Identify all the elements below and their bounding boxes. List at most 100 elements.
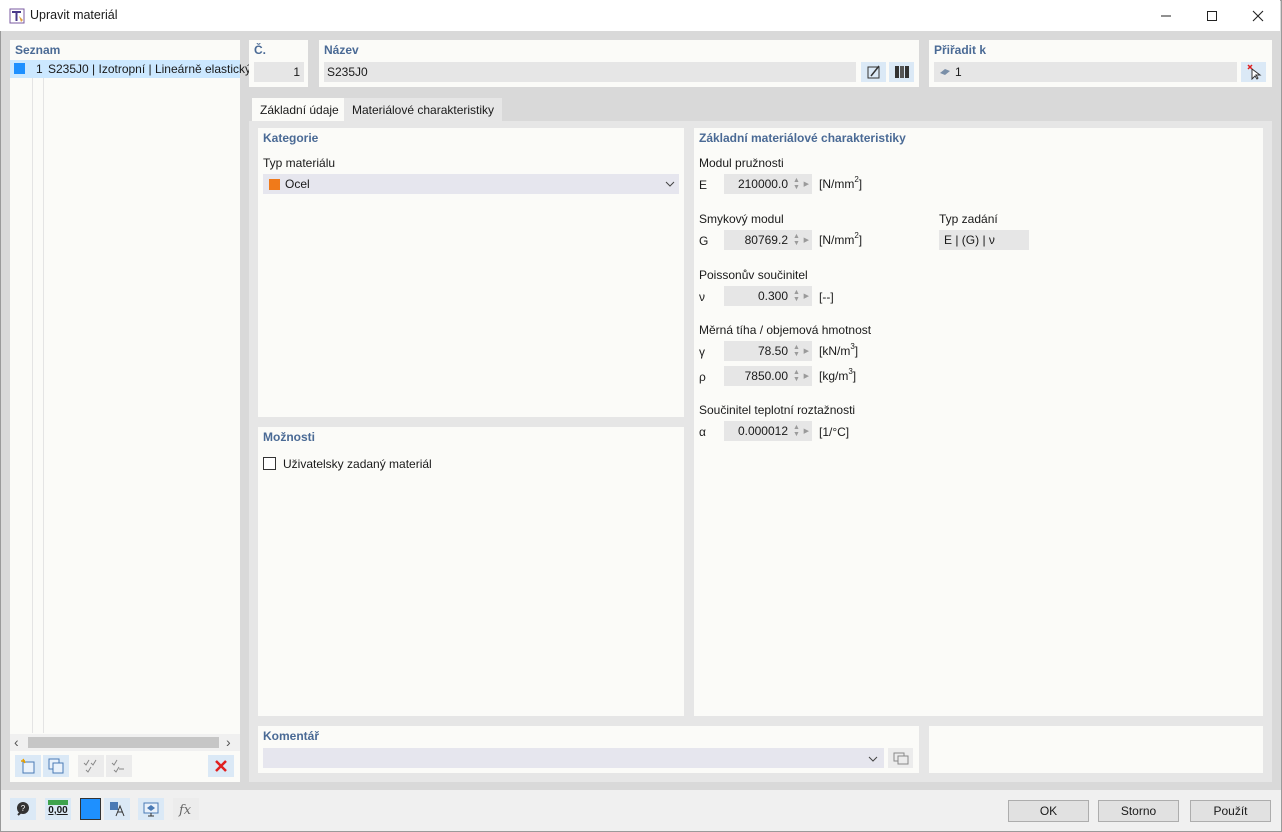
- new-material-icon[interactable]: [15, 755, 41, 777]
- rho-symbol: ρ: [699, 370, 706, 384]
- material-library-icon[interactable]: [889, 62, 914, 82]
- category-panel: Kategorie Typ materiálu Ocel: [258, 128, 684, 417]
- rho-unit: [kg/m3]: [819, 367, 857, 383]
- delete-icon[interactable]: [208, 755, 234, 777]
- material-type-label: Typ materiálu: [263, 156, 336, 170]
- edit-name-icon[interactable]: [861, 62, 886, 82]
- maximize-icon[interactable]: [1189, 0, 1235, 31]
- ok-button[interactable]: OK: [1008, 800, 1089, 822]
- poisson-group-label: Poissonův součinitel: [699, 268, 808, 282]
- material-type-value: Ocel: [285, 177, 310, 191]
- modulus-input[interactable]: 210000.0: [724, 174, 792, 194]
- color-icon[interactable]: [80, 798, 101, 820]
- display-settings-icon[interactable]: [104, 798, 130, 820]
- modulus-group-label: Modul pružnosti: [699, 156, 784, 170]
- category-title: Kategorie: [263, 131, 319, 145]
- steel-color-swatch: [269, 178, 280, 190]
- assign-field[interactable]: 1: [934, 62, 1237, 82]
- modulus-spinner[interactable]: ▲ ▼ ▶: [790, 174, 812, 194]
- member-icon: [940, 69, 950, 75]
- thermal-group-label: Součinitel teplotní roztažnosti: [699, 403, 856, 417]
- assign-panel: Přiřadit k 1: [929, 40, 1272, 87]
- alpha-unit: [1/°C]: [819, 425, 850, 439]
- alpha-symbol: α: [699, 425, 706, 439]
- name-label: Název: [324, 43, 359, 57]
- list-item[interactable]: 1 S235J0 | Izotropní | Lineárně elastick…: [10, 60, 251, 78]
- units-text: 0,00: [48, 805, 68, 816]
- shear-unit: [N/mm2]: [819, 231, 863, 247]
- gamma-symbol: γ: [699, 345, 705, 359]
- properties-panel: Základní materiálové charakteristiky Mod…: [694, 128, 1263, 716]
- uncheck-all-icon[interactable]: [106, 755, 132, 777]
- input-type-select[interactable]: E | (G) | ν: [939, 230, 1029, 250]
- shear-input[interactable]: 80769.2: [724, 230, 792, 250]
- scroll-thumb[interactable]: [28, 737, 219, 748]
- tab-basic-data[interactable]: Základní údaje: [252, 98, 347, 121]
- shear-group-label: Smykový modul: [699, 212, 784, 226]
- title-bar: Upravit materiál: [0, 0, 1280, 31]
- rho-input[interactable]: 7850.00: [724, 366, 792, 386]
- copy-material-icon[interactable]: [43, 755, 69, 777]
- scroll-left-icon[interactable]: ‹: [14, 734, 19, 750]
- number-field[interactable]: 1: [254, 62, 304, 82]
- shear-symbol: G: [699, 234, 709, 248]
- material-edit-icon: [9, 8, 25, 24]
- alpha-spinner[interactable]: ▲ ▼ ▶: [790, 421, 812, 441]
- material-list-panel: Seznam 1 S235J0 | Izotropní | Lineárně e…: [10, 40, 251, 782]
- pick-object-icon[interactable]: [1241, 62, 1266, 82]
- comment-panel: Komentář: [258, 726, 919, 773]
- svg-text:fx: fx: [178, 803, 192, 818]
- weight-group-label: Měrná tíha / objemová hmotnost: [699, 323, 872, 337]
- cancel-button[interactable]: Storno: [1098, 800, 1179, 822]
- comment-input[interactable]: [263, 748, 884, 768]
- properties-title: Základní materiálové charakteristiky: [699, 131, 906, 145]
- modulus-unit: [N/mm2]: [819, 175, 863, 191]
- chevron-down-icon[interactable]: [868, 755, 878, 763]
- formula-icon[interactable]: fx: [173, 798, 199, 820]
- window-title: Upravit materiál: [30, 8, 118, 22]
- gamma-unit: [kN/m3]: [819, 342, 859, 358]
- gamma-spinner[interactable]: ▲ ▼ ▶: [790, 341, 812, 361]
- shear-spinner[interactable]: ▲ ▼ ▶: [790, 230, 812, 250]
- name-panel: Název S235J0: [319, 40, 919, 87]
- list-title: Seznam: [15, 43, 61, 57]
- alpha-input[interactable]: 0.000012: [724, 421, 792, 441]
- options-panel: Možnosti Uživatelsky zadaný materiál: [258, 427, 684, 716]
- view-icon[interactable]: [138, 798, 164, 820]
- minimize-icon[interactable]: [1143, 0, 1189, 31]
- poisson-input[interactable]: 0.300: [724, 286, 792, 306]
- check-all-icon[interactable]: [78, 755, 104, 777]
- assign-label: Přiřadit k: [934, 43, 987, 57]
- comment-title: Komentář: [263, 729, 320, 743]
- material-color-swatch: [14, 63, 25, 74]
- comment-library-icon[interactable]: [888, 748, 913, 768]
- poisson-spinner[interactable]: ▲ ▼ ▶: [790, 286, 812, 306]
- input-type-label: Typ zadání: [939, 212, 998, 226]
- help-icon[interactable]: ?: [10, 798, 36, 820]
- comment-side-panel: [929, 726, 1263, 773]
- tree-line: [32, 78, 33, 733]
- gamma-input[interactable]: 78.50: [724, 341, 792, 361]
- scroll-right-icon[interactable]: ›: [226, 734, 231, 750]
- user-defined-label: Uživatelsky zadaný materiál: [283, 457, 432, 471]
- poisson-unit: [--]: [819, 290, 834, 304]
- list-item-label: S235J0 | Izotropní | Lineárně elastický: [48, 62, 252, 76]
- apply-button[interactable]: Použít: [1190, 800, 1271, 822]
- options-title: Možnosti: [263, 430, 315, 444]
- material-type-select[interactable]: Ocel: [263, 174, 679, 194]
- number-panel: Č. 1: [249, 40, 308, 87]
- chevron-down-icon: [665, 181, 675, 187]
- rho-spinner[interactable]: ▲ ▼ ▶: [790, 366, 812, 386]
- close-icon[interactable]: [1235, 0, 1281, 31]
- horizontal-scrollbar[interactable]: ‹ ›: [10, 734, 240, 751]
- number-label: Č.: [254, 43, 266, 57]
- user-defined-checkbox[interactable]: [263, 457, 276, 470]
- poisson-symbol: ν: [699, 290, 705, 304]
- units-icon[interactable]: 0,00: [45, 798, 71, 820]
- list-item-number: 1: [36, 62, 43, 76]
- tab-material-properties[interactable]: Materiálové charakteristiky: [344, 98, 503, 121]
- name-field[interactable]: S235J0: [324, 62, 856, 82]
- assign-value: 1: [955, 65, 962, 79]
- modulus-symbol: E: [699, 178, 708, 192]
- tree-line: [43, 78, 44, 733]
